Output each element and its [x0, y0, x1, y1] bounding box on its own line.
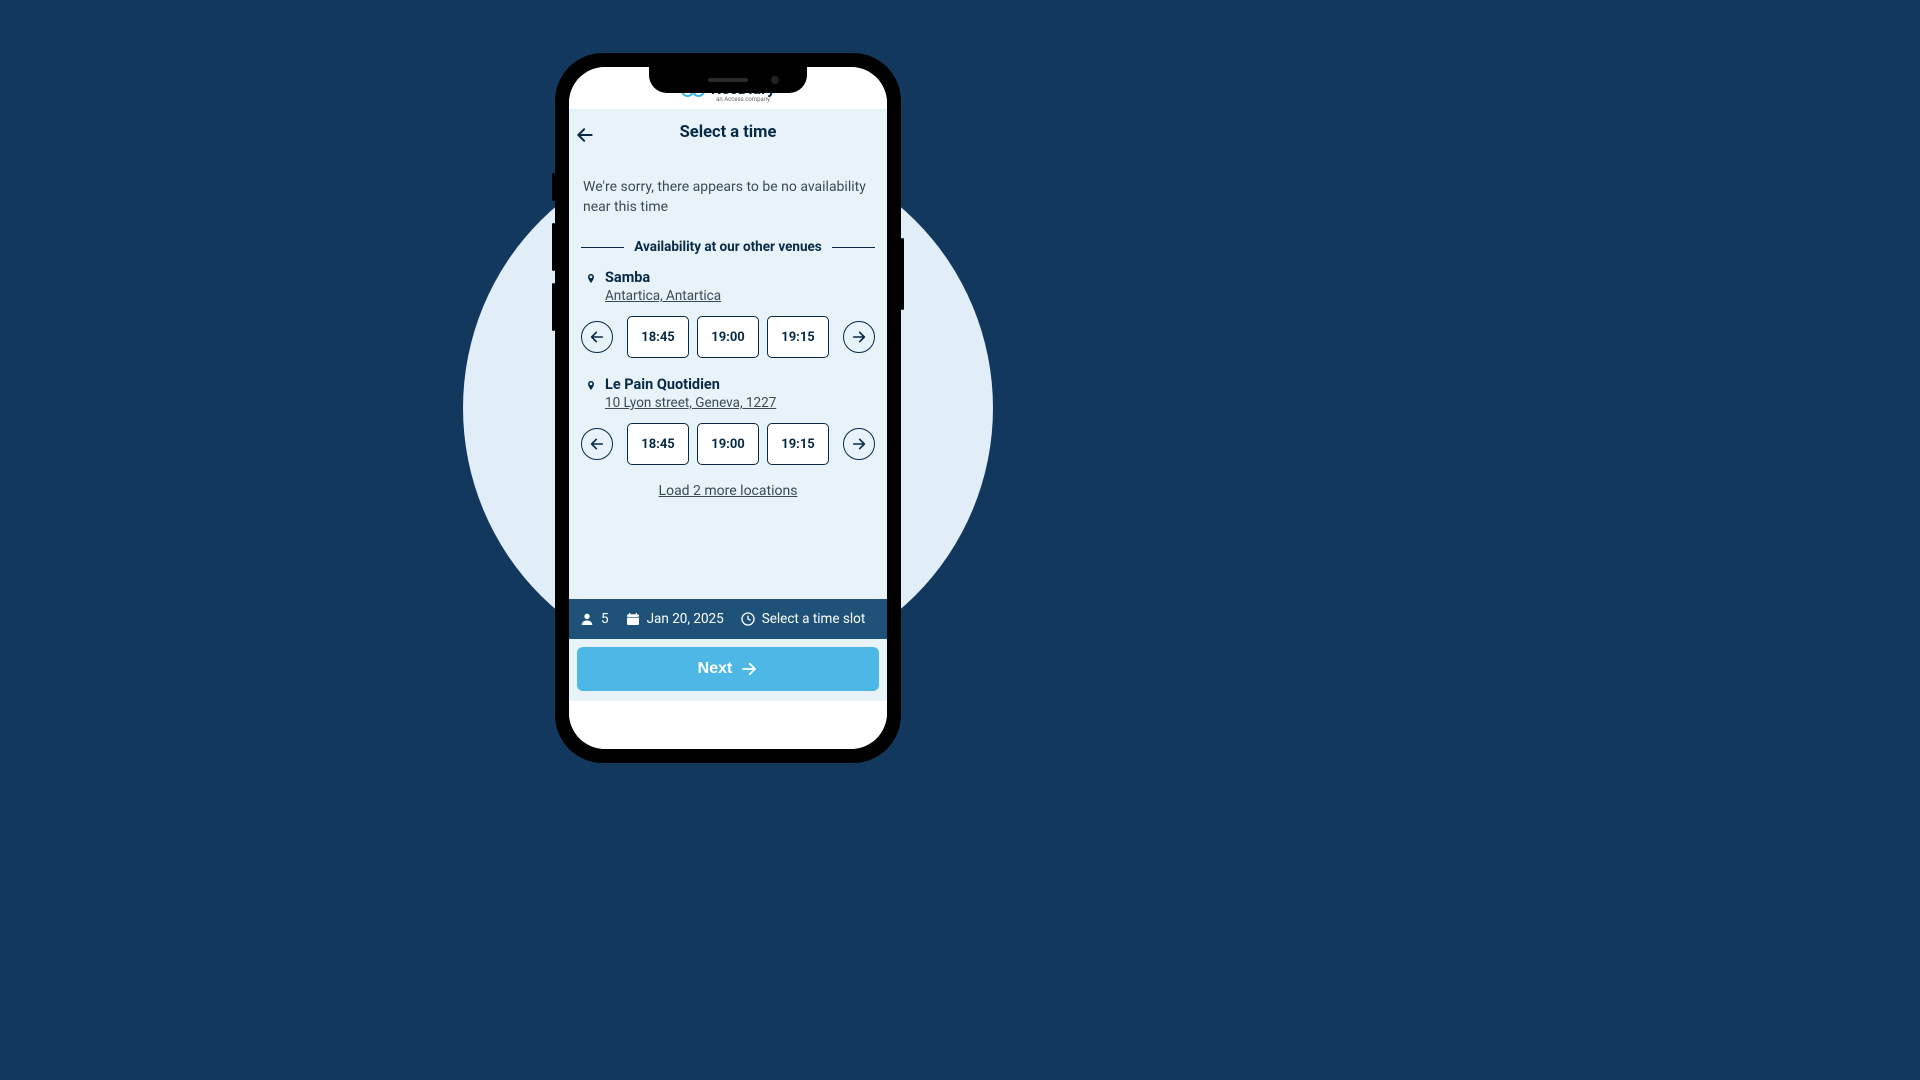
arrow-right-icon	[740, 660, 758, 678]
app-screen: ResDiary an Access company Select a time…	[569, 67, 887, 749]
arrow-right-icon	[851, 329, 867, 345]
arrow-left-icon	[589, 436, 605, 452]
phone-notch	[649, 67, 807, 93]
venue-address[interactable]: 10 Lyon street, Geneva, 1227	[605, 395, 776, 411]
next-slots-button[interactable]	[843, 428, 875, 460]
clock-icon	[740, 611, 756, 627]
section-divider: Availability at our other venues	[581, 239, 875, 255]
venue-name: Le Pain Quotidien	[605, 376, 776, 393]
venue-block: Le Pain Quotidien 10 Lyon street, Geneva…	[581, 376, 875, 465]
venue-name: Samba	[605, 269, 721, 286]
no-availability-message: We're sorry, there appears to be no avai…	[583, 178, 873, 217]
back-button[interactable]	[573, 123, 597, 147]
divider-label: Availability at our other venues	[634, 239, 821, 255]
location-pin-icon	[585, 378, 597, 394]
summary-bar: 5 Jan 20, 2025 Select a time slot	[569, 599, 887, 639]
title-bar: Select a time	[569, 109, 887, 152]
guest-count[interactable]: 5	[579, 611, 609, 627]
guest-count-value: 5	[601, 611, 609, 627]
venue-block: Samba Antartica, Antartica 18:45 19:00 1…	[581, 269, 875, 358]
next-button-label: Next	[698, 660, 733, 678]
time-slot-button[interactable]: 18:45	[627, 316, 689, 358]
date-display[interactable]: Jan 20, 2025	[625, 611, 724, 627]
next-button[interactable]: Next	[577, 647, 879, 691]
prev-slots-button[interactable]	[581, 321, 613, 353]
page-title: Select a time	[577, 123, 879, 142]
brand-subtitle: an Access company	[711, 96, 775, 103]
location-pin-icon	[585, 271, 597, 287]
person-icon	[579, 611, 595, 627]
load-more-link[interactable]: Load 2 more locations	[581, 483, 875, 499]
arrow-right-icon	[851, 436, 867, 452]
time-display[interactable]: Select a time slot	[740, 611, 866, 627]
prev-slots-button[interactable]	[581, 428, 613, 460]
time-slot-button[interactable]: 18:45	[627, 423, 689, 465]
time-slot-button[interactable]: 19:00	[697, 316, 759, 358]
time-slot-button[interactable]: 19:00	[697, 423, 759, 465]
calendar-icon	[625, 611, 641, 627]
footer-fill	[569, 701, 887, 749]
arrow-left-icon	[589, 329, 605, 345]
phone-frame: ResDiary an Access company Select a time…	[555, 53, 901, 763]
venue-address[interactable]: Antartica, Antartica	[605, 288, 721, 304]
time-value: Select a time slot	[762, 611, 866, 627]
arrow-left-icon	[575, 125, 595, 145]
next-slots-button[interactable]	[843, 321, 875, 353]
date-value: Jan 20, 2025	[647, 611, 724, 627]
time-slot-button[interactable]: 19:15	[767, 316, 829, 358]
time-slot-button[interactable]: 19:15	[767, 423, 829, 465]
